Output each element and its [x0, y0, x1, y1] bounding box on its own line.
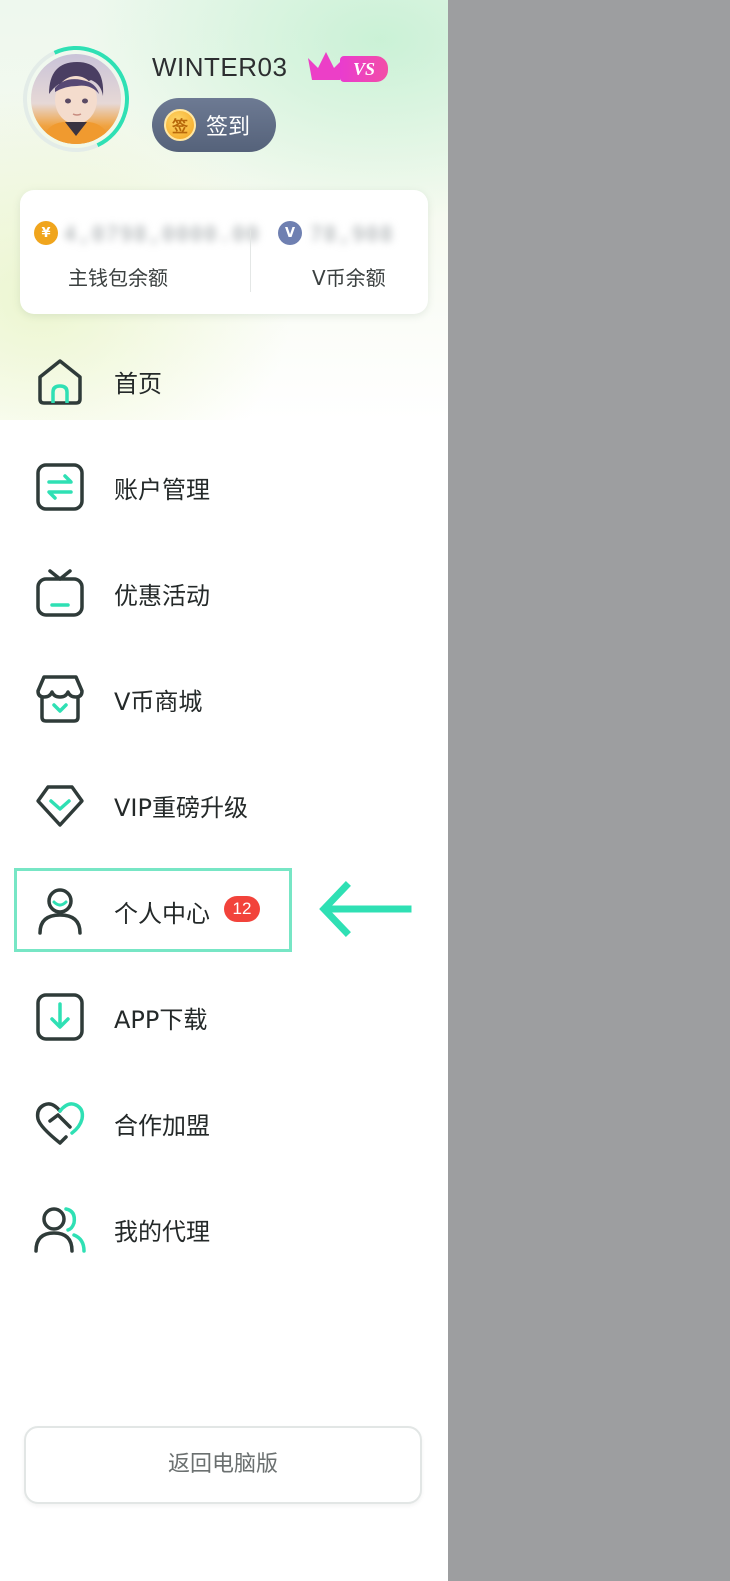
v-coin-icon: V	[278, 221, 302, 245]
coin-icon: 签	[164, 109, 196, 141]
menu-item-account[interactable]: 账户管理	[0, 442, 448, 532]
users-icon	[34, 1207, 86, 1253]
menu-item-home[interactable]: 首页	[0, 336, 448, 426]
main-balance-label[interactable]: 主钱包余额	[68, 262, 168, 291]
menu-item-label: 合作加盟	[114, 1111, 210, 1140]
shop-icon	[36, 675, 84, 723]
download-icon	[36, 993, 84, 1041]
username: WINTER03	[152, 52, 288, 82]
menu-item-vip-upgrade[interactable]: VIP重磅升级	[0, 760, 448, 850]
signin-button[interactable]: 签 签到	[152, 98, 276, 152]
v-balance-label[interactable]: V币余额	[312, 262, 386, 291]
menu-item-label: 我的代理	[114, 1217, 210, 1246]
vip-level-badge: VS	[340, 56, 388, 82]
v-balance-value: 78,908	[310, 222, 395, 246]
signin-label: 签到	[206, 115, 251, 140]
main-balance-value: 4,0798,0000.00	[64, 222, 261, 246]
dimmed-overlay[interactable]	[448, 0, 730, 1581]
side-drawer: WINTER03 VS 签 签到 ¥ 4,0798,0000.00 主钱包余额 …	[0, 0, 448, 1581]
menu-item-label: APP下载	[114, 1005, 208, 1034]
diamond-icon	[36, 785, 84, 827]
avatar[interactable]	[31, 54, 121, 144]
menu-item-promotions[interactable]: 优惠活动	[0, 548, 448, 638]
avatar-illustration-icon	[41, 62, 111, 144]
menu-item-label: 优惠活动	[114, 581, 210, 610]
menu-item-partnership[interactable]: 合作加盟	[0, 1078, 448, 1168]
menu-item-label: V币商城	[114, 687, 203, 716]
arrow-left-icon	[319, 881, 412, 937]
menu-item-vcoin-shop[interactable]: V币商城	[0, 654, 448, 744]
menu-item-label: 账户管理	[114, 475, 210, 504]
wallet-card: ¥ 4,0798,0000.00 主钱包余额 V 78,908 V币余额	[20, 190, 428, 314]
home-icon	[38, 359, 82, 405]
handshake-heart-icon	[35, 1102, 85, 1145]
menu-item-my-agent[interactable]: 我的代理	[0, 1184, 448, 1274]
menu-item-app-download[interactable]: APP下载	[0, 972, 448, 1062]
return-desktop-button[interactable]: 返回电脑版	[24, 1426, 422, 1504]
gift-tv-icon	[36, 569, 84, 617]
menu-item-label: VIP重磅升级	[114, 793, 248, 822]
highlight-box	[14, 868, 292, 952]
wallet-divider	[250, 230, 251, 292]
yuan-coin-icon: ¥	[34, 221, 58, 245]
transfer-icon	[36, 463, 84, 511]
menu-item-label: 首页	[114, 369, 162, 398]
